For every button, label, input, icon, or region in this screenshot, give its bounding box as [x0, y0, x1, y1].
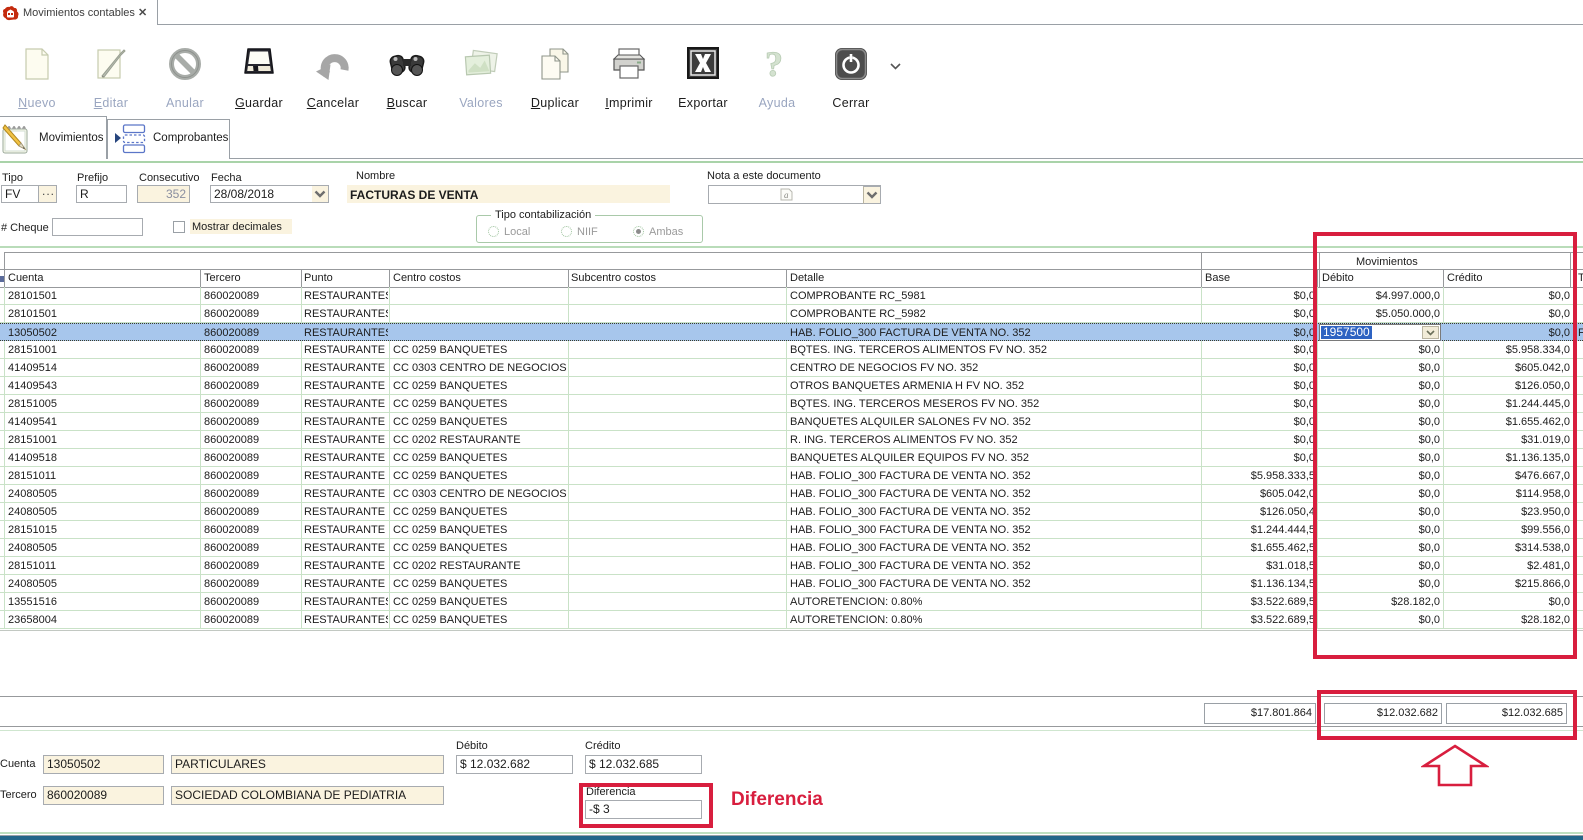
svg-text:?: ?: [765, 46, 783, 82]
svg-text:a: a: [784, 190, 789, 200]
